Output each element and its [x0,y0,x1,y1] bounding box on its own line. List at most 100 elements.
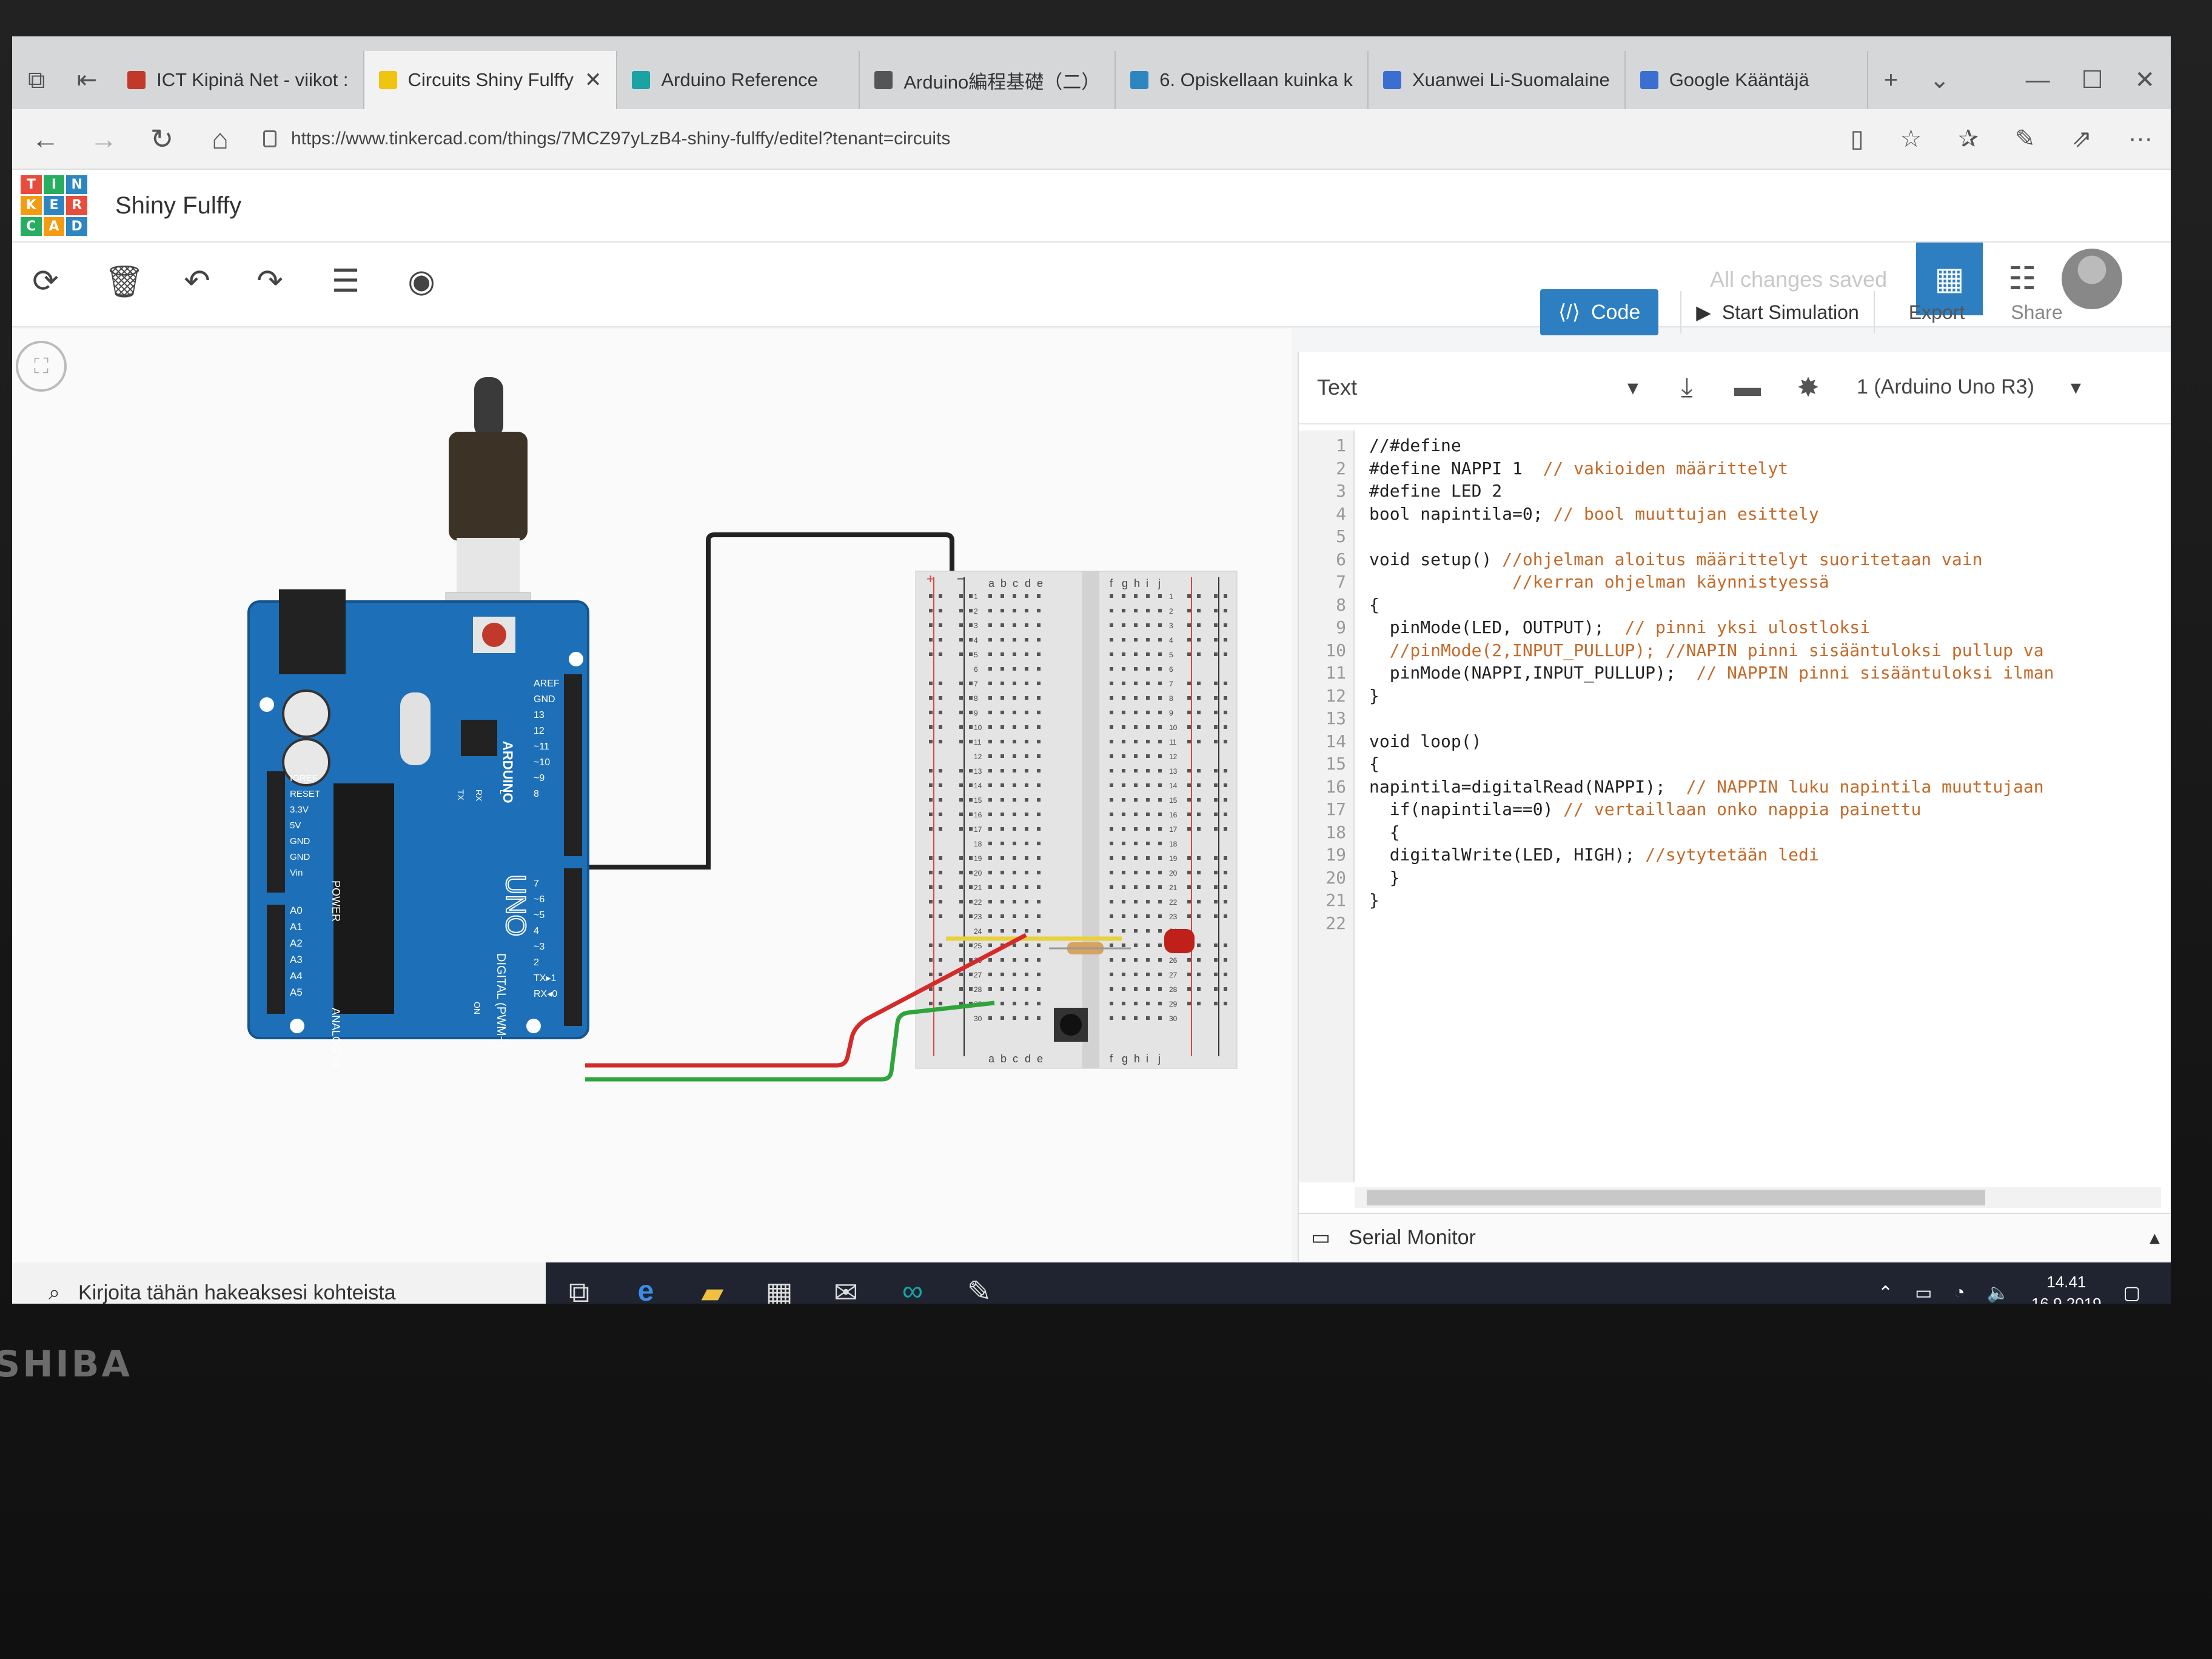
breadboard-hole[interactable] [1122,740,1125,743]
breadboard-hole[interactable] [1146,973,1150,976]
delete-icon[interactable]: 🗑 [103,263,146,300]
breadboard-hole[interactable] [1134,623,1138,627]
breadboard-hole[interactable] [1158,609,1162,612]
breadboard-hole[interactable] [988,929,992,933]
rail-hole[interactable] [1224,682,1227,685]
rail-hole[interactable] [969,813,973,816]
breadboard-hole[interactable] [1000,594,1004,598]
rail-hole[interactable] [959,740,963,743]
rail-hole[interactable] [969,885,973,889]
breadboard-hole[interactable] [1134,813,1138,816]
breadboard-hole[interactable] [1037,929,1041,933]
breadboard-hole[interactable] [1134,929,1138,933]
rail-hole[interactable] [1187,609,1191,612]
breadboard-hole[interactable] [1134,798,1138,802]
breadboard-hole[interactable] [988,856,992,860]
breadboard-hole[interactable] [1122,638,1125,642]
rail-hole[interactable] [1187,900,1191,903]
breadboard-hole[interactable] [1134,958,1138,962]
expand-icon[interactable]: ▴ [2150,1225,2171,1250]
breadboard-hole[interactable] [1025,682,1028,685]
rail-hole[interactable] [1197,987,1201,991]
breadboard-hole[interactable] [1158,798,1162,802]
breadboard-hole[interactable] [1110,667,1113,671]
code-line[interactable]: { [1369,754,2171,777]
redo-icon[interactable]: ↷ [249,263,291,300]
rail-hole[interactable] [939,696,942,700]
breadboard-hole[interactable] [1025,900,1028,903]
rail-hole[interactable] [959,769,963,773]
breadboard-hole[interactable] [1110,871,1113,874]
store-icon[interactable]: ▦ [746,1262,813,1304]
code-line[interactable] [1369,708,2171,731]
rail-hole[interactable] [1187,623,1191,627]
rail-hole[interactable] [939,871,942,874]
more-icon[interactable]: ··· [2128,125,2153,153]
breadboard-hole[interactable] [1110,958,1113,962]
breadboard-hole[interactable] [1122,914,1125,918]
breadboard-hole[interactable] [1134,943,1138,947]
breadboard-hole[interactable] [1158,929,1162,933]
clock[interactable]: 14.41 16.9.2019 [2031,1271,2102,1304]
breadboard-hole[interactable] [1146,798,1150,802]
rail-hole[interactable] [969,856,973,860]
rail-hole[interactable] [1187,638,1191,642]
rail-hole[interactable] [1214,856,1218,860]
breadboard-hole[interactable] [1013,667,1016,671]
battery-icon[interactable]: ▭ [1915,1282,1932,1304]
breadboard-hole[interactable] [1000,783,1004,787]
breadboard-hole[interactable] [1013,871,1016,874]
breadboard-hole[interactable] [1037,769,1041,773]
breadboard-hole[interactable] [988,871,992,874]
rail-hole[interactable] [1214,973,1218,976]
rail-hole[interactable] [929,696,933,700]
breadboard-hole[interactable] [1134,783,1138,787]
breadboard-hole[interactable] [1000,973,1004,976]
breadboard-hole[interactable] [988,696,992,700]
breadboard-hole[interactable] [1122,711,1125,714]
breadboard-hole[interactable] [1000,929,1004,933]
breadboard-hole[interactable] [988,609,992,612]
breadboard-hole[interactable] [1110,740,1113,743]
rotate-icon[interactable]: ⟳ [24,263,67,300]
breadboard-hole[interactable] [1025,1002,1028,1005]
rail-hole[interactable] [929,740,933,743]
breadboard-hole[interactable] [1037,711,1041,714]
breadboard-hole[interactable] [1025,652,1028,656]
rail-hole[interactable] [1214,725,1218,729]
arduino-ide-icon[interactable]: ∞ [879,1262,946,1304]
rail-hole[interactable] [1197,827,1201,831]
rail-hole[interactable] [969,740,973,743]
breadboard-hole[interactable] [1146,740,1150,743]
breadboard-hole[interactable] [1025,1016,1028,1020]
breadboard-hole[interactable] [1158,1016,1162,1020]
breadboard-hole[interactable] [1134,885,1138,889]
gnd-wire[interactable] [576,532,954,870]
task-view-icon[interactable]: ⧉ [546,1262,612,1304]
breadboard-hole[interactable] [1037,973,1041,976]
breadboard-hole[interactable] [988,1016,992,1020]
breadboard-hole[interactable] [1037,900,1041,903]
breadboard-hole[interactable] [988,623,992,627]
breadboard-hole[interactable] [1122,783,1125,787]
rail-hole[interactable] [1224,827,1227,831]
breadboard-hole[interactable] [1025,943,1028,947]
rail-hole[interactable] [1214,594,1218,598]
rail-hole[interactable] [1187,958,1191,962]
code-line[interactable]: #define LED 2 [1369,481,2171,504]
rail-hole[interactable] [1214,900,1218,903]
breadboard-hole[interactable] [1146,842,1150,845]
code-line[interactable]: } [1369,686,2171,709]
rail-hole[interactable] [959,900,963,903]
breadboard-hole[interactable] [1000,754,1004,758]
breadboard-hole[interactable] [1122,594,1125,598]
code-line[interactable]: bool napintila=0; // bool muuttujan esit… [1369,504,2171,527]
breadboard-hole[interactable] [1134,652,1138,656]
breadboard-hole[interactable] [1037,594,1041,598]
breadboard-hole[interactable] [1146,769,1150,773]
breadboard-hole[interactable] [1110,769,1113,773]
breadboard-hole[interactable] [988,711,992,714]
breadboard-hole[interactable] [988,842,992,845]
breadboard-hole[interactable] [988,652,992,656]
rail-hole[interactable] [969,783,973,787]
